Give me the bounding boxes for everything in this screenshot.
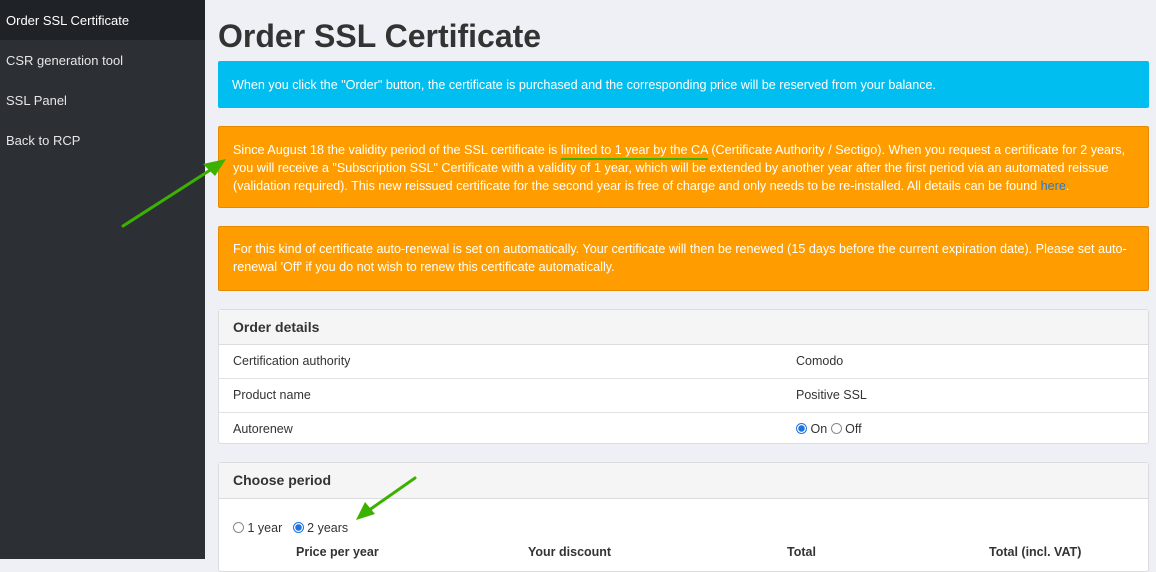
autorenew-label: Autorenew [233, 422, 293, 436]
autorenew-on-label[interactable]: On [810, 422, 827, 436]
sidebar-item-back-rcp[interactable]: Back to RCP [0, 120, 205, 160]
order-details-panel: Order details Certification authority Co… [218, 309, 1149, 444]
validity-text-end: . [1065, 179, 1070, 193]
validity-highlight: limited to 1 year by the CA [560, 143, 708, 157]
sidebar-item-order-ssl[interactable]: Order SSL Certificate [0, 0, 205, 40]
col-price-per-year: Price per year [296, 545, 379, 559]
col-your-discount: Your discount [528, 545, 612, 559]
sidebar-item-csr-tool[interactable]: CSR generation tool [0, 40, 205, 80]
period-1-year-radio[interactable] [233, 522, 244, 533]
period-1-year-label[interactable]: 1 year [247, 521, 282, 535]
ca-value: Comodo [796, 354, 844, 368]
order-details-heading: Order details [219, 310, 1148, 345]
ca-label: Certification authority [233, 354, 351, 368]
choose-period-heading: Choose period [219, 463, 1148, 499]
detail-row-ca: Certification authority Comodo [219, 345, 1148, 379]
autorenew-warning-alert: For this kind of certificate auto-renewa… [218, 226, 1149, 291]
validity-warning-alert: Since August 18 the validity period of t… [218, 126, 1149, 208]
sidebar-item-ssl-panel[interactable]: SSL Panel [0, 80, 205, 120]
detail-row-autorenew: Autorenew On Off [219, 413, 1148, 446]
period-2-years-radio[interactable] [292, 522, 304, 533]
details-link[interactable]: here [1041, 179, 1066, 193]
product-label: Product name [233, 388, 311, 402]
autorenew-off-label[interactable]: Off [845, 422, 861, 436]
col-total: Total [787, 545, 816, 559]
autorenew-options: On Off [796, 413, 862, 446]
autorenew-on-radio[interactable] [796, 423, 807, 434]
col-total-incl-vat: Total (incl. VAT) [989, 545, 1082, 559]
page-title: Order SSL Certificate [218, 18, 542, 54]
choose-period-panel: Choose period 1 year 2 years Price per y… [218, 462, 1149, 572]
validity-text-before: Since August 18 the validity period of t… [233, 143, 561, 157]
detail-row-product: Product name Positive SSL [219, 379, 1148, 413]
product-value: Positive SSL [796, 388, 867, 402]
period-2-years-label[interactable]: 2 years [307, 521, 348, 535]
autorenew-off-radio[interactable] [830, 423, 842, 434]
main-content: Order SSL Certificate When you click the… [218, 0, 1149, 572]
info-alert: When you click the "Order" button, the c… [218, 61, 1149, 108]
sidebar: Order SSL Certificate CSR generation too… [0, 0, 205, 559]
period-options: 1 year 2 years [233, 521, 348, 535]
